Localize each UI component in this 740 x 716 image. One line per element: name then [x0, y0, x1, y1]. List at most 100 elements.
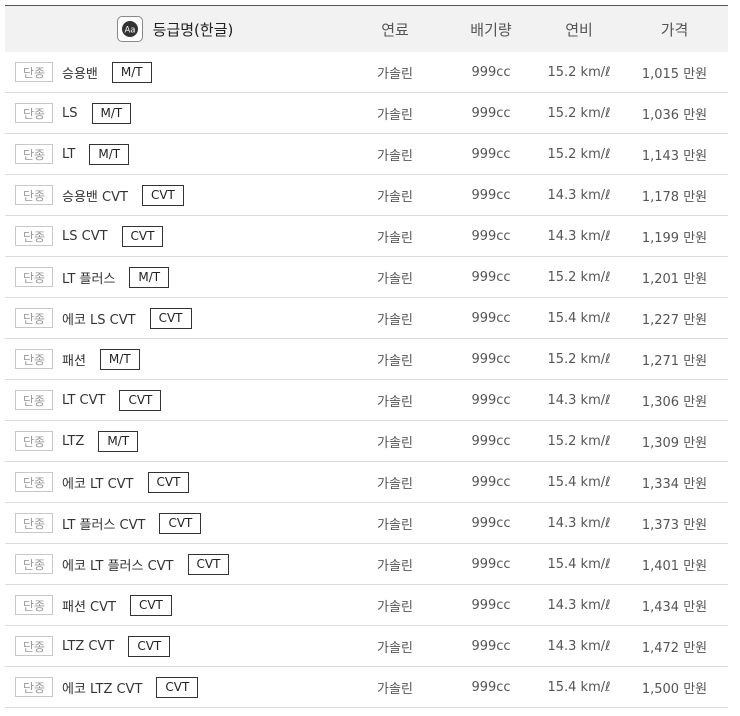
trim-name[interactable]: 에코 LS CVT	[62, 309, 136, 328]
table-row[interactable]: 단종 에코 LTZ CVT CVT 가솔린 999cc 15.4 km/ℓ 1,500 만원	[5, 667, 728, 708]
displacement-cell: 999cc	[471, 310, 511, 326]
price-cell: 1,309 만원	[641, 435, 708, 451]
trim-name[interactable]: 패션	[62, 350, 86, 369]
trim-name-cell: 단종 LT 플러스 M/T	[5, 266, 345, 288]
header-name-label: 등급명(한글)	[152, 20, 234, 39]
table-row[interactable]: 단종 LT M/T 가솔린 999cc 15.2 km/ℓ 1,143 만원	[5, 134, 728, 175]
price-cell: 1,143 만원	[641, 148, 708, 164]
trim-name-cell: 단종 에코 LS CVT CVT	[5, 307, 345, 329]
fuel-cell: 가솔린	[377, 517, 413, 533]
fuel-cell: 가솔린	[377, 558, 413, 574]
trim-name[interactable]: LT CVT	[62, 393, 105, 408]
displacement-cell: 999cc	[471, 269, 511, 285]
price-cell: 1,178 만원	[641, 189, 708, 205]
trim-name[interactable]: LT 플러스	[62, 268, 115, 287]
header-efficiency-label: 연비	[565, 20, 593, 39]
discontinued-badge: 단종	[15, 185, 53, 205]
trim-name[interactable]: 승용밴 CVT	[62, 186, 128, 205]
trim-name[interactable]: LTZ	[62, 434, 84, 449]
discontinued-badge: 단종	[15, 390, 53, 410]
table-row[interactable]: 단종 LTZ CVT CVT 가솔린 999cc 14.3 km/ℓ 1,472 만원	[5, 626, 728, 667]
trim-name[interactable]: LT	[62, 147, 75, 162]
discontinued-badge: 단종	[15, 636, 53, 656]
transmission-badge: CVT	[121, 225, 164, 247]
table-row[interactable]: 단종 LS CVT CVT 가솔린 999cc 14.3 km/ℓ 1,199 만원	[5, 216, 728, 257]
table-row[interactable]: 단종 LS M/T 가솔린 999cc 15.2 km/ℓ 1,036 만원	[5, 93, 728, 134]
price-cell: 1,434 만원	[641, 599, 708, 615]
fuel-cell: 가솔린	[377, 312, 413, 328]
fuel-cell: 가솔린	[377, 394, 413, 410]
trim-name-cell: 단종 LT M/T	[5, 143, 345, 165]
table-row[interactable]: 단종 패션 M/T 가솔린 999cc 15.2 km/ℓ 1,271 만원	[5, 339, 728, 380]
displacement-cell: 999cc	[471, 146, 511, 162]
table-row[interactable]: 단종 에코 LS CVT CVT 가솔린 999cc 15.4 km/ℓ 1,227 만원	[5, 298, 728, 339]
trim-name[interactable]: 에코 LTZ CVT	[62, 678, 142, 697]
header-price-label: 가격	[660, 20, 689, 39]
table-row[interactable]: 단종 LT 플러스 M/T 가솔린 999cc 15.2 km/ℓ 1,201 만원	[5, 257, 728, 298]
price-cell: 1,199 만원	[641, 230, 708, 246]
displacement-cell: 999cc	[471, 638, 511, 654]
discontinued-badge: 단종	[15, 144, 53, 164]
transmission-badge: M/T	[98, 430, 139, 452]
discontinued-badge: 단종	[15, 62, 53, 82]
trim-name-cell: 단종 LT 플러스 CVT CVT	[5, 512, 345, 534]
price-cell: 1,036 만원	[641, 107, 708, 123]
text-aa-icon[interactable]: Aa	[116, 16, 143, 42]
trim-name-cell: 단종 LTZ M/T	[5, 430, 345, 452]
price-cell: 1,306 만원	[641, 394, 708, 410]
discontinued-badge: 단종	[15, 472, 53, 492]
efficiency-cell: 15.2 km/ℓ	[547, 105, 611, 121]
table-row[interactable]: 단종 에코 LT CVT CVT 가솔린 999cc 15.4 km/ℓ 1,334 만원	[5, 462, 728, 503]
fuel-cell: 가솔린	[377, 476, 413, 492]
fuel-cell: 가솔린	[377, 435, 413, 451]
table-row[interactable]: 단종 승용밴 CVT CVT 가솔린 999cc 14.3 km/ℓ 1,178 만원	[5, 175, 728, 216]
header-displacement-label: 배기량	[470, 20, 512, 39]
price-cell: 1,500 만원	[641, 681, 708, 697]
fuel-cell: 가솔린	[377, 107, 413, 123]
trim-name[interactable]: 에코 LT CVT	[62, 473, 134, 492]
table-row[interactable]: 단종 패션 CVT CVT 가솔린 999cc 14.3 km/ℓ 1,434 만원	[5, 585, 728, 626]
efficiency-cell: 14.3 km/ℓ	[547, 638, 611, 654]
efficiency-cell: 15.2 km/ℓ	[547, 64, 611, 80]
discontinued-badge: 단종	[15, 595, 53, 615]
table-row[interactable]: 단종 에코 LT 플러스 CVT CVT 가솔린 999cc 15.4 km/ℓ 1,401…	[5, 544, 728, 585]
transmission-badge: CVT	[128, 635, 171, 657]
displacement-cell: 999cc	[471, 679, 511, 695]
price-cell: 1,271 만원	[641, 353, 708, 369]
trim-name[interactable]: LS	[62, 106, 78, 121]
discontinued-badge: 단종	[15, 554, 53, 574]
fuel-cell: 가솔린	[377, 230, 413, 246]
fuel-cell: 가솔린	[377, 640, 413, 656]
price-cell: 1,227 만원	[641, 312, 708, 328]
trim-name[interactable]: 승용밴	[62, 63, 98, 82]
trim-name[interactable]: 에코 LT 플러스 CVT	[62, 555, 174, 574]
table-row[interactable]: 단종 승용밴 M/T 가솔린 999cc 15.2 km/ℓ 1,015 만원	[5, 52, 728, 93]
table-row[interactable]: 단종 LT 플러스 CVT CVT 가솔린 999cc 14.3 km/ℓ 1,373 만원	[5, 503, 728, 544]
trim-name-cell: 단종 패션 M/T	[5, 348, 345, 370]
discontinued-badge: 단종	[15, 267, 53, 287]
efficiency-cell: 15.4 km/ℓ	[547, 474, 611, 490]
displacement-cell: 999cc	[471, 187, 511, 203]
trim-name-cell: 단종 승용밴 CVT CVT	[5, 184, 345, 206]
trim-name[interactable]: LT 플러스 CVT	[62, 514, 145, 533]
transmission-badge: CVT	[129, 594, 172, 616]
table-row[interactable]: 단종 LTZ M/T 가솔린 999cc 15.2 km/ℓ 1,309 만원	[5, 421, 728, 462]
table-body: 단종 승용밴 M/T 가솔린 999cc 15.2 km/ℓ 1,015 만원 단종 LS M/T…	[5, 52, 728, 708]
trim-name[interactable]: LTZ CVT	[62, 639, 114, 654]
displacement-cell: 999cc	[471, 351, 511, 367]
svg-text:Aa: Aa	[124, 26, 135, 36]
transmission-badge: CVT	[149, 307, 192, 329]
efficiency-cell: 15.2 km/ℓ	[547, 269, 611, 285]
fuel-cell: 가솔린	[377, 148, 413, 164]
displacement-cell: 999cc	[471, 392, 511, 408]
fuel-cell: 가솔린	[377, 66, 413, 82]
transmission-badge: CVT	[119, 389, 162, 411]
displacement-cell: 999cc	[471, 228, 511, 244]
fuel-cell: 가솔린	[377, 271, 413, 287]
trim-name[interactable]: LS CVT	[62, 229, 108, 244]
trim-name[interactable]: 패션 CVT	[62, 596, 116, 615]
transmission-badge: CVT	[187, 553, 230, 575]
fuel-cell: 가솔린	[377, 353, 413, 369]
price-cell: 1,401 만원	[641, 558, 708, 574]
table-row[interactable]: 단종 LT CVT CVT 가솔린 999cc 14.3 km/ℓ 1,306 만원	[5, 380, 728, 421]
